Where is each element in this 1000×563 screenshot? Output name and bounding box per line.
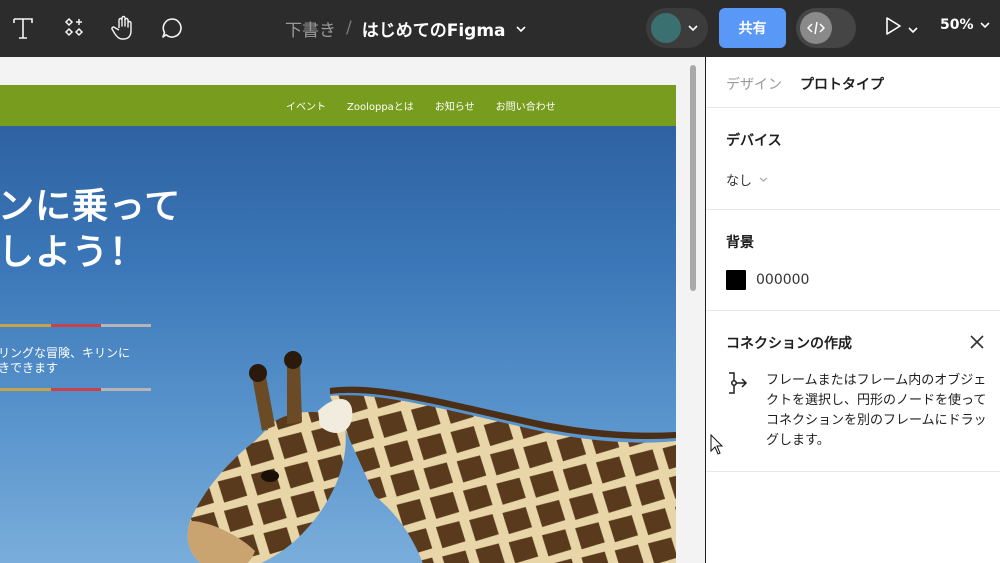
device-title: デバイス [726,133,782,149]
device-dropdown[interactable]: なし [726,170,768,189]
present-button[interactable] [884,15,918,41]
avatar[interactable] [651,13,681,43]
hero-section[interactable]: ンに乗って しよう！ リングな冒険、キリンに きできます [0,126,676,563]
play-icon[interactable] [884,15,902,41]
decorative-stripe [0,388,151,391]
background-color-row[interactable]: 000000 [726,270,809,290]
design-canvas[interactable]: イベント Zooloppaとは お知らせ お問い合わせ ンに乗って しよう！ リ… [0,57,705,563]
connection-description: フレームまたはフレーム内のオブジェクトを選択し、円形のノードを使ってコネクション… [766,373,987,448]
canvas-scrollbar[interactable] [690,65,696,291]
chevron-down-icon[interactable] [688,20,698,39]
share-button[interactable]: 共有 [719,8,786,48]
hero-text-line2: きできます [0,361,59,375]
connection-title: コネクションの作成 [726,336,852,352]
decorative-stripe [0,324,151,327]
chevron-down-icon[interactable] [515,18,526,38]
background-title: 背景 [726,235,754,251]
close-icon[interactable] [968,333,986,351]
breadcrumb-draft[interactable]: 下書き [285,16,336,41]
connection-hint-section: コネクションの作成 フレームまたはフレーム内のオブジェクトを選択し、円形のノード… [706,311,1000,472]
text-tool-icon[interactable] [9,10,37,46]
multiplayer-avatar-menu[interactable] [646,8,708,48]
nav-link-contact[interactable]: お問い合わせ [496,98,556,113]
file-breadcrumb[interactable]: 下書き / はじめてのFigma [285,16,526,41]
hero-heading-line1: ンに乗って [0,186,182,227]
comment-tool-icon[interactable] [158,10,186,46]
top-toolbar: 下書き / はじめてのFigma 共有 50% [0,0,1000,57]
tab-design[interactable]: デザイン [726,74,782,94]
dev-mode-toggle[interactable] [796,8,856,48]
device-section: デバイス なし [706,108,1000,210]
hand-tool-icon[interactable] [109,10,137,46]
properties-panel: デザイン プロトタイプ デバイス なし 背景 000000 コネクションの作成 … [705,57,1000,563]
device-value[interactable]: なし [726,170,752,189]
breadcrumb-separator: / [346,18,352,38]
chevron-down-icon[interactable] [979,17,990,33]
hero-heading-line2: しよう！ [0,232,147,273]
zoom-level[interactable]: 50% [940,17,974,33]
site-nav-bar[interactable]: イベント Zooloppaとは お知らせ お問い合わせ [0,85,676,126]
chevron-down-icon[interactable] [908,19,918,38]
panel-tabs: デザイン プロトタイプ [706,57,1000,108]
website-frame[interactable]: イベント Zooloppaとは お知らせ お問い合わせ ンに乗って しよう！ リ… [0,85,676,563]
nav-link-news[interactable]: お知らせ [435,98,475,113]
file-name[interactable]: はじめてのFigma [362,16,506,41]
background-section: 背景 000000 [706,210,1000,311]
code-icon [800,12,832,44]
zoom-menu[interactable]: 50% [940,17,990,33]
tab-prototype[interactable]: プロトタイプ [800,74,884,94]
background-color-value[interactable]: 000000 [756,272,809,288]
components-tool-icon[interactable] [60,10,88,46]
color-swatch[interactable] [726,270,746,290]
nav-link-about[interactable]: Zooloppaとは [347,98,414,113]
chevron-down-icon[interactable] [759,172,768,187]
connection-icon [726,371,750,395]
nav-link-event[interactable]: イベント [286,98,326,113]
mouse-cursor-icon [710,434,724,455]
